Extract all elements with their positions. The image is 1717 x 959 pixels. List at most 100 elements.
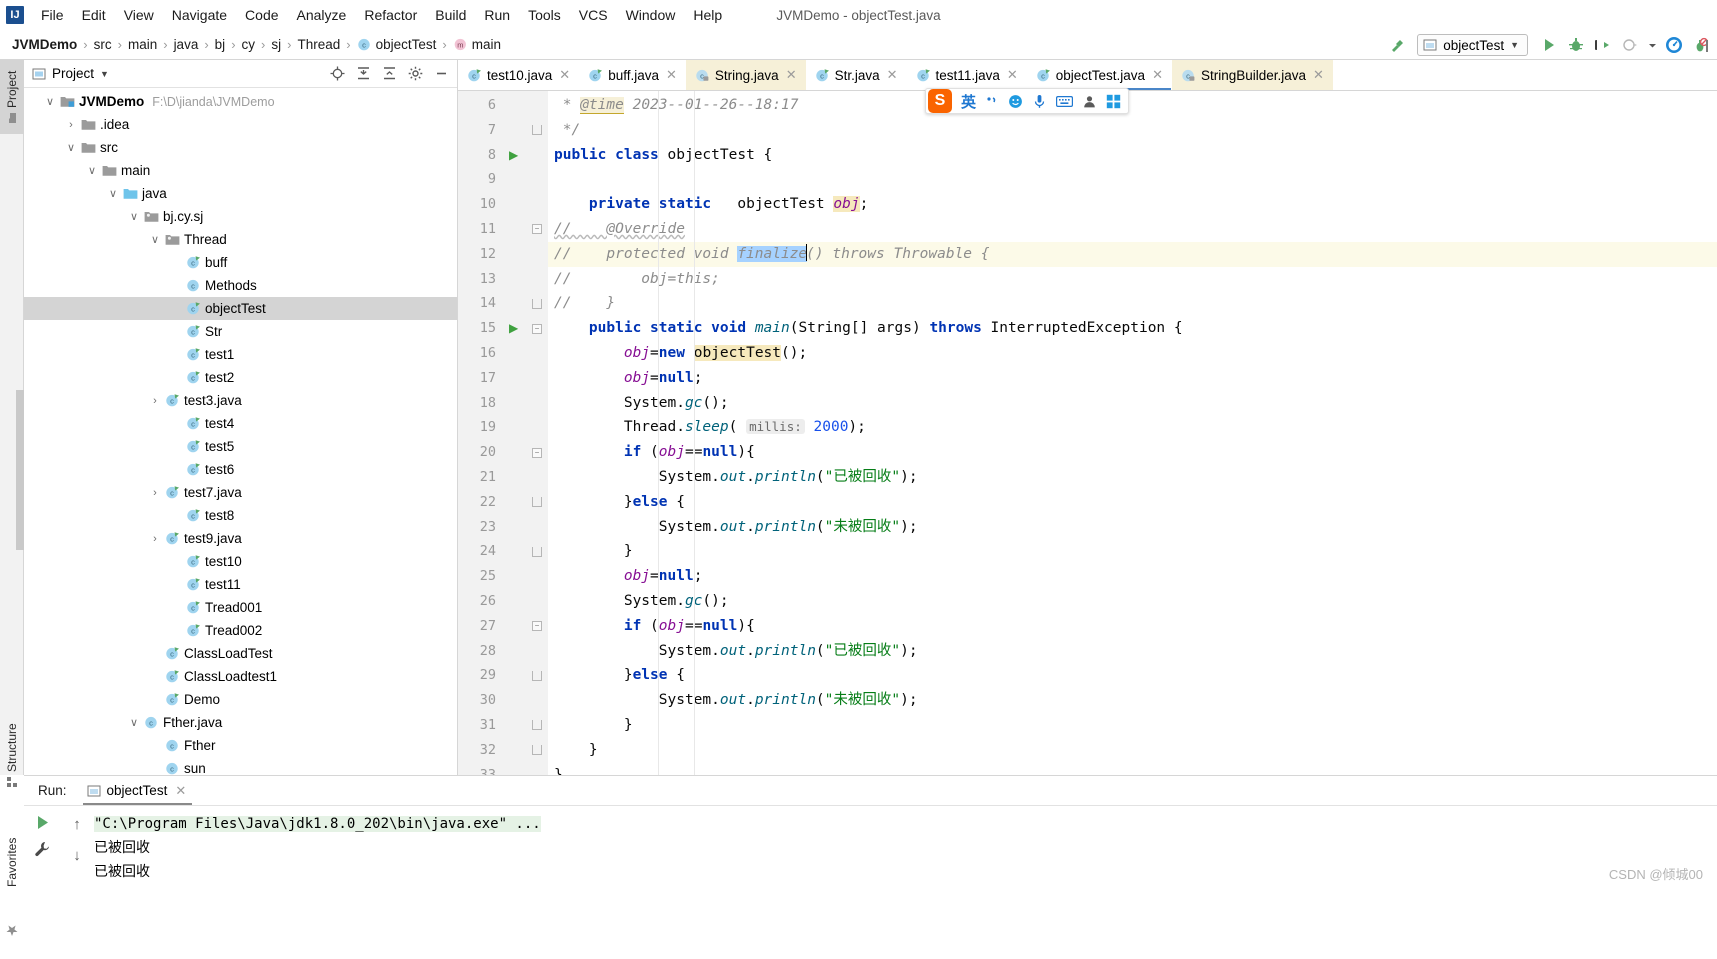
sidebar-item-project[interactable]: Project [0,60,24,134]
code-line-8[interactable]: public class objectTest { [548,143,1717,168]
menu-item-window[interactable]: Window [617,4,685,26]
chevron-down-icon[interactable]: ∨ [63,141,79,154]
code-line-17[interactable]: obj=null; [548,366,1717,391]
locate-icon[interactable] [325,62,349,86]
chevron-down-icon[interactable] [1645,33,1659,57]
ime-toolbar[interactable]: S 英 [925,88,1130,114]
editor-tab-stringbuilder-java[interactable]: c StringBuilder.java ✕ [1171,60,1333,90]
tree-node-thread[interactable]: ∨ Thread [24,228,457,251]
chevron-right-icon[interactable]: › [147,487,163,499]
tree-node-fther[interactable]: c Fther [24,734,457,757]
code-line-14[interactable]: // } [548,291,1717,316]
tree-node-classloadtest1[interactable]: c ClassLoadtest1 [24,665,457,688]
code-line-33[interactable]: } [548,763,1717,775]
tree-node-test5[interactable]: c test5 [24,435,457,458]
breadcrumb-item-main[interactable]: main [128,37,157,52]
expand-all-icon[interactable] [351,62,375,86]
editor-tabs[interactable]: c test10.java ✕ c buff.java ✕ c String.java ✕ c St… [458,60,1717,91]
fold-start-icon[interactable]: − [532,447,542,458]
code-line-19[interactable]: Thread.sleep( millis: 2000); [548,415,1717,440]
editor-tab-str-java[interactable]: c Str.java ✕ [806,60,907,90]
fold-end-icon[interactable] [532,125,542,136]
emoji-icon[interactable] [1008,94,1023,109]
close-icon[interactable]: ✕ [1152,67,1163,83]
code-line-6[interactable]: * @time 2023--01--26--18:17 [548,93,1717,118]
code-line-7[interactable]: */ [548,118,1717,143]
console-output[interactable]: "C:\Program Files\Java\jdk1.8.0_202\bin\… [94,806,1717,959]
down-arrow-icon[interactable]: ↓ [73,847,81,864]
tree-node-test11[interactable]: c test11 [24,573,457,596]
tree-node-tread001[interactable]: c Tread001 [24,596,457,619]
hammer-icon[interactable] [1384,33,1408,57]
project-tree[interactable]: ∨ JVMDemo F:\D\jianda\JVMDemo › .idea ∨ src ∨ ma… [24,88,457,775]
code-line-23[interactable]: System.out.println("未被回收"); [548,515,1717,540]
tree-node-test10[interactable]: c test10 [24,550,457,573]
debug-icon[interactable] [1564,33,1588,57]
code-line-29[interactable]: }else { [548,663,1717,688]
code-line-32[interactable]: } [548,738,1717,763]
breadcrumb-item-bj[interactable]: bj [215,37,226,52]
editor-tab-string-java[interactable]: c String.java ✕ [685,60,806,90]
tree-node-fther-java[interactable]: ∨ c Fther.java [24,711,457,734]
code-editor[interactable]: 6 7 8 9 10 11 12 13 14 15 16 17 18 19 20 21 22 23 24 25 26 27… [458,91,1717,775]
chevron-down-icon[interactable]: ∨ [126,716,142,729]
stop-icon[interactable] [1689,33,1713,57]
project-panel-title[interactable]: Project ▼ [32,66,109,81]
code-line-27[interactable]: if (obj==null){ [548,614,1717,639]
tree-node-str[interactable]: c Str [24,320,457,343]
close-icon[interactable]: ✕ [1007,67,1018,83]
code-line-30[interactable]: System.out.println("未被回收"); [548,688,1717,713]
fold-start-icon[interactable]: − [532,323,542,334]
menu-item-view[interactable]: View [115,4,163,26]
tree-node-test4[interactable]: c test4 [24,412,457,435]
tree-node-objecttest[interactable]: c objectTest [24,297,457,320]
punctuation-icon[interactable] [985,94,999,108]
tree-node-demo[interactable]: c Demo [24,688,457,711]
tree-node-test1[interactable]: c test1 [24,343,457,366]
tree-node--idea[interactable]: › .idea [24,113,457,136]
code-line-22[interactable]: }else { [548,490,1717,515]
code-line-20[interactable]: if (obj==null){ [548,440,1717,465]
rail-scrollbar[interactable] [16,390,24,550]
code-line-15[interactable]: public static void main(String[] args) t… [548,316,1717,341]
chevron-down-icon[interactable]: ∨ [105,187,121,200]
close-icon[interactable]: ✕ [666,67,677,83]
chevron-down-icon[interactable]: ∨ [84,164,100,177]
code-line-26[interactable]: System.gc(); [548,589,1717,614]
editor-tab-test10-java[interactable]: c test10.java ✕ [458,60,579,90]
user-icon[interactable] [1082,94,1097,109]
chevron-down-icon[interactable]: ∨ [147,233,163,246]
chevron-down-icon[interactable]: ▼ [1510,40,1519,50]
breadcrumb-item-src[interactable]: src [94,37,112,52]
tree-node-test9-java[interactable]: › c test9.java [24,527,457,550]
tree-node-sun[interactable]: c sun [24,757,457,775]
gear-icon[interactable] [403,62,427,86]
keyboard-icon[interactable] [1056,95,1074,108]
chevron-down-icon[interactable]: ∨ [126,210,142,223]
search-everywhere-icon[interactable] [1662,33,1686,57]
microphone-icon[interactable] [1032,94,1047,109]
tree-node-test2[interactable]: c test2 [24,366,457,389]
fold-end-icon[interactable] [532,298,542,309]
tree-node-methods[interactable]: c Methods [24,274,457,297]
tree-node-test8[interactable]: c test8 [24,504,457,527]
sidebar-item-favorites[interactable]: Favorites [0,815,24,910]
code-line-18[interactable]: System.gc(); [548,391,1717,416]
gutter-markers[interactable]: ▶ − ▶ − − − [504,91,548,775]
code-line-9[interactable] [548,167,1717,192]
menu-item-code[interactable]: Code [236,4,287,26]
close-icon[interactable]: ✕ [175,783,186,799]
chevron-right-icon[interactable]: › [147,395,163,407]
menu-item-navigate[interactable]: Navigate [163,4,236,26]
breadcrumb-item-jvmdemo[interactable]: JVMDemo [12,37,77,52]
hide-icon[interactable] [429,62,453,86]
chevron-right-icon[interactable]: › [147,533,163,545]
run-with-coverage-icon[interactable] [1591,33,1615,57]
tree-node-test7-java[interactable]: › c test7.java [24,481,457,504]
code-line-21[interactable]: System.out.println("已被回收"); [548,465,1717,490]
menu-item-file[interactable]: File [32,4,73,26]
breadcrumb-item-objecttest[interactable]: c objectTest [357,37,436,52]
breadcrumb-item-main[interactable]: m main [453,37,501,52]
breadcrumb-item-thread[interactable]: Thread [297,37,340,52]
up-arrow-icon[interactable]: ↑ [73,816,81,833]
